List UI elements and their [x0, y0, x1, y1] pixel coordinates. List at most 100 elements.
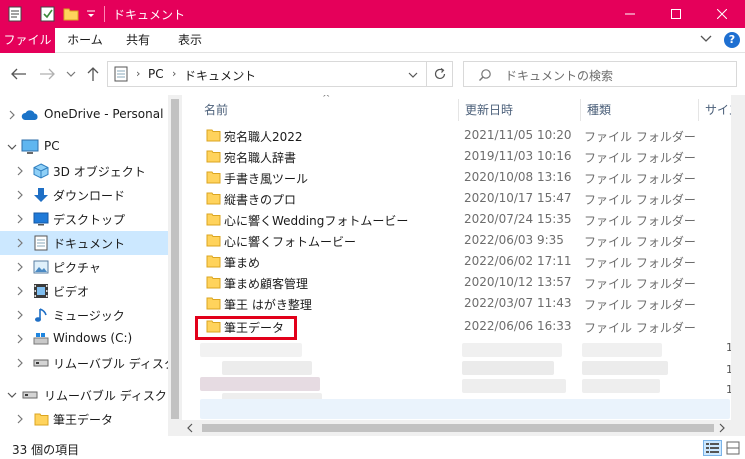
file-row[interactable]: 筆王 はがき整理 2022/03/07 11:43 ファイル フォルダー [198, 293, 728, 314]
large-icons-view-icon [726, 441, 740, 455]
sidebar-item-label: 筆王データ [53, 413, 114, 427]
chevron-right-icon[interactable]: › [172, 67, 176, 80]
properties-icon[interactable] [8, 5, 22, 23]
help-button[interactable]: ? [724, 32, 740, 48]
forward-arrow-icon[interactable] [38, 65, 56, 83]
checklist-icon[interactable] [40, 5, 56, 23]
minimize-button[interactable] [607, 0, 653, 28]
removable-drive-icon [32, 354, 50, 372]
column-header-type[interactable]: 種類 [580, 99, 698, 121]
sidebar-item-fudeou-data[interactable]: 筆王データ [0, 407, 168, 431]
file-row[interactable]: 宛名職人2022 2021/11/05 10:20 ファイル フォルダー [198, 125, 728, 146]
chevron-right-icon[interactable] [7, 109, 17, 121]
blurred-type [582, 379, 660, 393]
sidebar-item-music[interactable]: ミュージック [0, 303, 168, 327]
customize-toolbar-icon[interactable] [86, 5, 96, 23]
search-input[interactable]: ドキュメントの検索 [463, 61, 737, 87]
large-icons-view-button[interactable] [725, 440, 741, 456]
chevron-right-icon[interactable] [15, 309, 25, 321]
details-view-button[interactable] [703, 440, 722, 456]
sidebar-item-windows-c[interactable]: Windows (C:) [0, 327, 168, 351]
file-date: 2020/10/17 15:47 [464, 191, 572, 205]
folder-icon [206, 213, 221, 226]
sidebar-item-label: OneDrive - Personal [44, 107, 164, 121]
back-arrow-icon[interactable] [10, 65, 28, 83]
sidebar-scrollbar[interactable] [168, 95, 182, 436]
up-arrow-icon[interactable] [84, 65, 102, 83]
file-row[interactable]: 筆まめ顧客管理 2020/10/12 13:57 ファイル フォルダー [198, 272, 728, 293]
item-count: 33 個の項目 [12, 443, 80, 457]
address-bar[interactable]: › PC › ドキュメント › [107, 61, 453, 87]
folder-icon [206, 276, 221, 289]
chevron-right-icon[interactable]: › [136, 67, 140, 80]
breadcrumb-documents[interactable]: ドキュメント [184, 67, 256, 84]
chevron-right-icon[interactable] [15, 413, 25, 425]
file-name: 縦書きのプロ [224, 193, 297, 207]
sidebar-item-pictures[interactable]: ピクチャ [0, 255, 168, 279]
chevron-right-icon[interactable] [15, 261, 25, 273]
recent-locations-icon[interactable] [62, 65, 80, 83]
breadcrumb-pc[interactable]: PC [148, 67, 164, 81]
tab-share[interactable]: 共有 [118, 28, 158, 53]
file-row[interactable]: 宛名職人辞書 2019/11/03 10:16 ファイル フォルダー [198, 146, 728, 167]
sidebar-item-removable-d[interactable]: リムーバブル ディスク (D:) [0, 351, 202, 375]
sidebar-item-desktop[interactable]: デスクトップ [0, 207, 168, 231]
tab-view[interactable]: 表示 [170, 28, 210, 53]
pictures-icon [32, 258, 50, 276]
column-header-name[interactable]: 名前 [198, 99, 456, 121]
chevron-right-icon[interactable] [15, 237, 25, 249]
file-name: 筆まめ [224, 256, 261, 270]
sidebar-item-label: ミュージック [53, 309, 125, 323]
new-folder-icon[interactable] [63, 5, 79, 23]
file-row[interactable]: 心に響くWeddingフォトムービー 2020/07/24 15:35 ファイル… [198, 209, 728, 230]
chevron-right-icon[interactable] [15, 357, 25, 369]
file-type: ファイル フォルダー [584, 193, 696, 207]
chevron-right-icon[interactable] [15, 333, 25, 345]
file-name: 心に響くフォトムービー [224, 235, 357, 249]
horizontal-scrollbar[interactable] [182, 420, 731, 436]
chevron-right-icon[interactable] [15, 285, 25, 297]
sidebar-scrollbar-thumb[interactable] [171, 99, 179, 419]
column-header-date-modified[interactable]: 更新日時 [458, 99, 572, 121]
sidebar-item-onedrive[interactable]: OneDrive - Personal [0, 103, 168, 127]
chevron-right-icon[interactable] [15, 213, 25, 225]
tab-home[interactable]: ホーム [63, 28, 107, 53]
sidebar-item-downloads[interactable]: ダウンロード [0, 183, 168, 207]
chevron-down-icon[interactable] [7, 389, 17, 401]
file-list-scrollbar[interactable] [731, 95, 745, 436]
tab-file[interactable]: ファイル [0, 28, 55, 53]
chevron-right-icon[interactable]: › [240, 67, 244, 80]
sidebar-item-3d-objects[interactable]: 3D オブジェクト [0, 159, 168, 183]
address-dropdown-icon[interactable] [402, 66, 424, 84]
sidebar-item-label: PC [44, 139, 60, 153]
close-button[interactable] [699, 0, 745, 28]
folder-icon [206, 255, 221, 268]
file-row[interactable]: 縦書きのプロ 2020/10/17 15:47 ファイル フォルダー [198, 188, 728, 209]
sidebar-item-videos[interactable]: ビデオ [0, 279, 168, 303]
folder-icon [206, 297, 221, 310]
sidebar-item-removable-d-root[interactable]: リムーバブル ディスク (D:) [0, 383, 193, 407]
navigation-pane: OneDrive - Personal PC 3D オブジェクト ダウンロード … [0, 95, 202, 436]
horizontal-scrollbar-thumb[interactable] [202, 424, 714, 432]
chevron-down-icon[interactable] [7, 141, 17, 153]
chevron-down-icon[interactable] [700, 34, 712, 47]
download-icon [32, 186, 50, 204]
chevron-right-icon[interactable] [15, 189, 25, 201]
highlight-annotation [195, 316, 297, 340]
maximize-button[interactable] [653, 0, 699, 28]
blurred-type [582, 343, 662, 357]
file-type: ファイル フォルダー [584, 321, 696, 335]
scroll-right-icon[interactable] [718, 423, 726, 433]
refresh-icon[interactable] [426, 62, 453, 86]
file-type: ファイル フォルダー [584, 277, 696, 291]
chevron-right-icon[interactable] [15, 165, 25, 177]
file-row[interactable]: 筆まめ 2022/06/02 17:11 ファイル フォルダー [198, 251, 728, 272]
scroll-left-icon[interactable] [186, 423, 194, 433]
file-row[interactable]: 心に響くフォトムービー 2022/06/03 9:35 ファイル フォルダー [198, 230, 728, 251]
pc-icon [21, 138, 39, 156]
sidebar-item-documents[interactable]: ドキュメント [0, 231, 168, 255]
sidebar-item-pc[interactable]: PC [0, 135, 168, 159]
file-row[interactable]: 手書き風ツール 2020/10/08 13:16 ファイル フォルダー [198, 167, 728, 188]
file-type: ファイル フォルダー [584, 130, 696, 144]
status-bar: 33 個の項目 [0, 436, 745, 459]
